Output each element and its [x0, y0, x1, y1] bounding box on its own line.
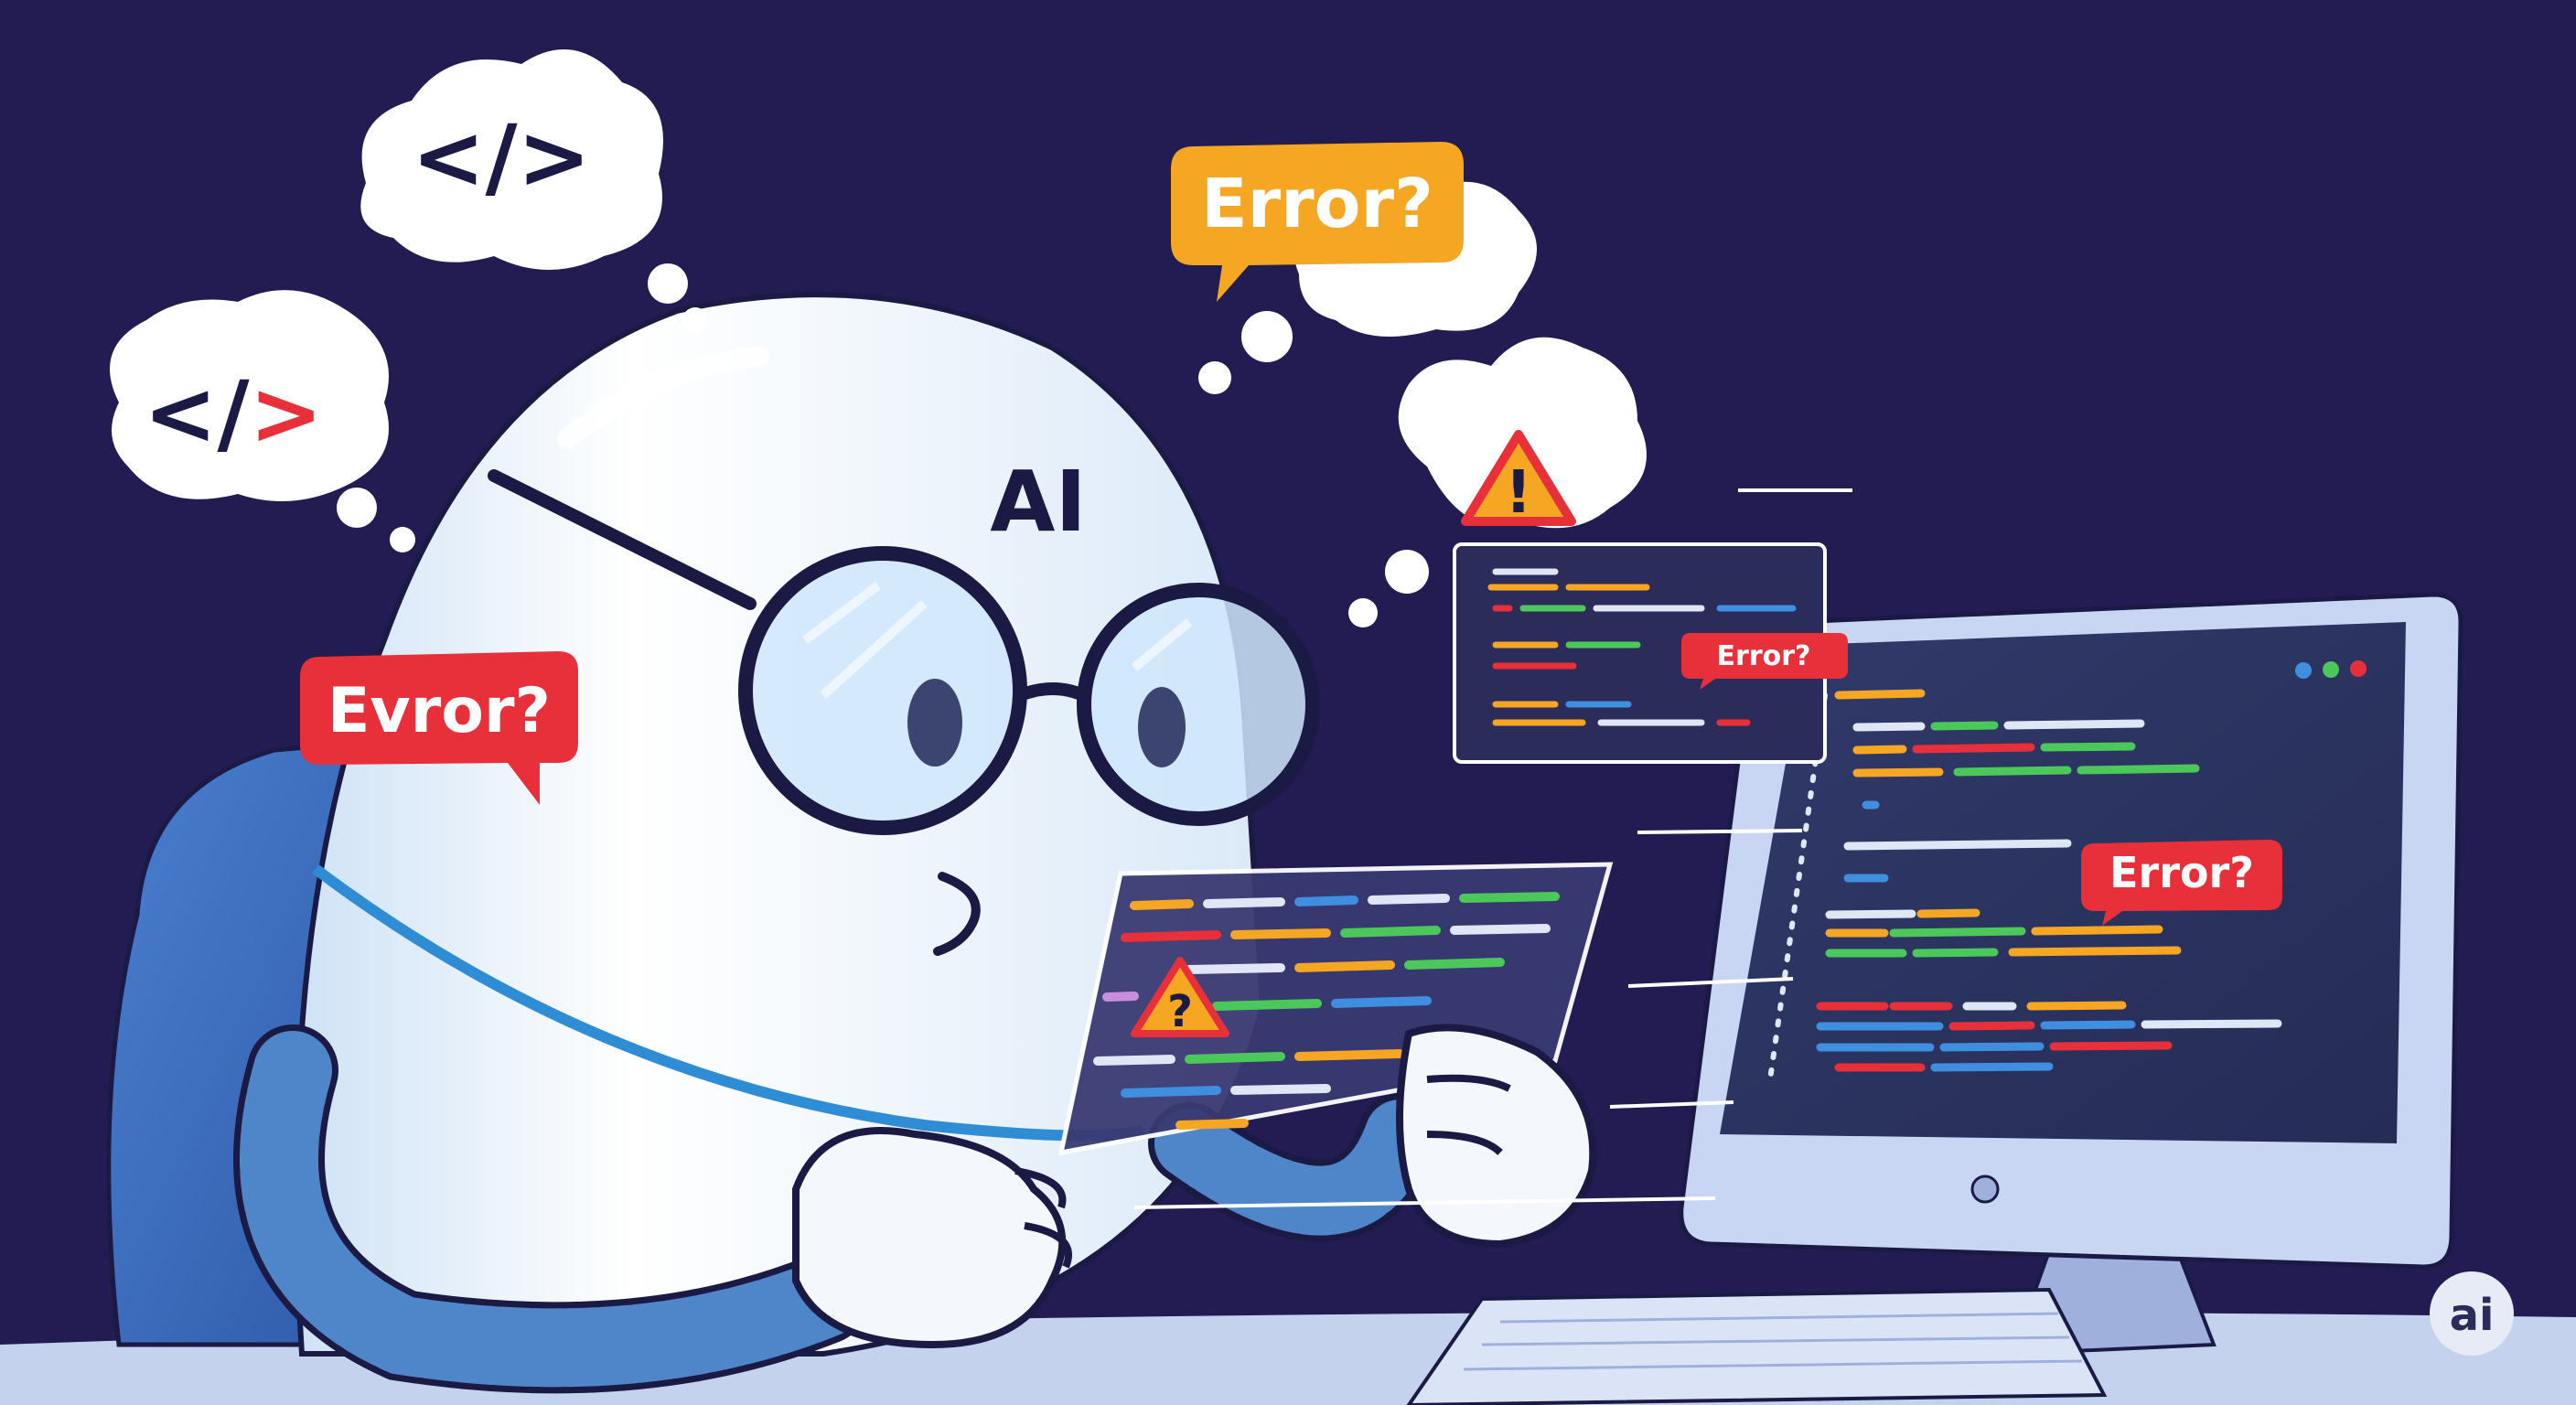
tablet-warning-glyph: ? [1167, 986, 1193, 1037]
monitor-power-button [1970, 1174, 2000, 1204]
eye-right [1138, 687, 1186, 767]
code-symbol-left: </> [144, 362, 323, 465]
monitor-dot-red [2350, 660, 2367, 677]
keyboard [1406, 1287, 2108, 1405]
floating-code-panel: Error? [1453, 542, 1848, 764]
warning-glyph: ! [1505, 459, 1531, 527]
glasses-lens-left [738, 546, 1027, 835]
code-symbol-left-open: </ [144, 362, 250, 465]
code-symbol-left-close: > [250, 362, 323, 465]
top-error-text: Error? [1201, 165, 1433, 243]
code-symbol-top: </> [412, 106, 591, 209]
robot-head-label: AI [990, 453, 1086, 551]
watermark-logo-text: ai [2450, 1290, 2495, 1341]
glasses-lens-right [1077, 583, 1320, 826]
monitor-dot-blue [2295, 662, 2312, 679]
eye-left [907, 679, 962, 767]
panel-error-text: Error? [1717, 640, 1811, 672]
monitor-error-text: Error? [2109, 848, 2254, 897]
watermark-logo: ai [2430, 1271, 2514, 1356]
left-error-text: Evror? [327, 675, 551, 747]
scene: Error? AI ? Error? ! Error? </> </> Evro… [0, 0, 2576, 1405]
monitor-dot-green [2323, 661, 2339, 678]
